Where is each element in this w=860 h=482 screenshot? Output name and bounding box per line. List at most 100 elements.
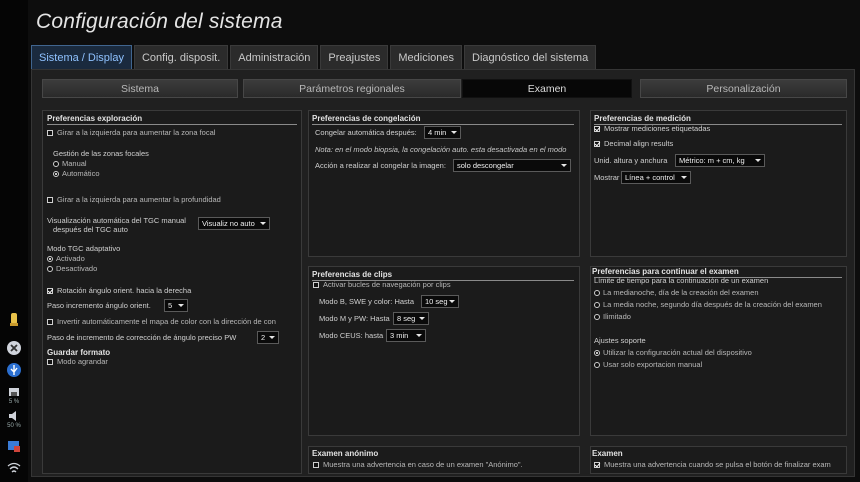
limite-opt1-label: La medianoche, día de la creación del ex… [603,288,759,297]
congelacion-title-divider [312,124,574,125]
speaker-icon[interactable]: 50 % [4,410,24,429]
paso-pw-dropdown[interactable]: 2 [257,331,279,344]
checkbox-box[interactable] [47,129,53,136]
radio-dot[interactable] [594,289,600,296]
radio-dot[interactable] [47,255,53,262]
tab-administracion[interactable]: Administración [230,45,319,69]
checkbox-box[interactable] [594,461,600,468]
printer-volume-icon[interactable]: 5 % [4,386,24,405]
radio-dot[interactable] [594,361,600,368]
girar-zona-focal-checkbox[interactable]: Girar a la izquierda para aumentar la zo… [47,128,215,137]
panel-clips: Preferencias de clips Activar bucles de … [308,266,580,436]
chevron-down-icon [419,317,425,320]
congelar-auto-dropdown[interactable]: 4 min [424,126,461,139]
modo-b-dropdown[interactable]: 10 seg [421,295,459,308]
radio-dot[interactable] [594,301,600,308]
tab-sistema-display[interactable]: Sistema / Display [31,45,132,69]
limite-opt2-radio[interactable]: La media noche, segundo día después de l… [594,300,822,309]
modo-m-dropdown[interactable]: 8 seg [393,312,429,325]
radio-dot[interactable] [47,265,53,272]
accion-congelar-dropdown[interactable]: solo descongelar [453,159,571,172]
modo-tgc-activado-label: Activado [56,254,85,263]
tab-diagnostico[interactable]: Diagnóstico del sistema [464,45,597,69]
ajustes-opt1-label: Utilizar la configuración actual del dis… [603,348,752,357]
subtab-examen[interactable]: Examen [462,79,632,98]
tab-preajustes[interactable]: Preajustes [320,45,389,69]
ceus-label: Modo CEUS: hasta [319,331,384,340]
chevron-down-icon [561,164,567,167]
tab-mediciones[interactable]: Mediciones [390,45,463,69]
gestion-manual-radio[interactable]: Manual [53,159,87,168]
limite-label: Límite de tiempo para la continuación de… [594,276,769,285]
radio-dot[interactable] [53,170,59,177]
gestion-auto-label: Automático [62,169,100,178]
rotacion-checkbox[interactable]: Rotación ángulo orient. hacia la derecha [47,286,191,295]
vis-tgc-dropdown[interactable]: Visualiz no auto [198,217,270,230]
usb-icon[interactable] [4,362,24,378]
checkbox-box[interactable] [594,125,600,132]
exploracion-title: Preferencias exploración [47,114,143,123]
modo-tgc-label: Modo TGC adaptativo [47,244,121,253]
medicion-title: Preferencias de medición [594,114,691,123]
chevron-down-icon [451,131,457,134]
checkbox-box[interactable] [313,461,319,468]
ajustes-opt1-radio[interactable]: Utilizar la configuración actual del dis… [594,348,752,357]
modo-tgc-activado-radio[interactable]: Activado [47,254,85,263]
paso-incremento-dropdown[interactable]: 5 [164,299,188,312]
checkbox-box[interactable] [594,140,600,147]
gestion-auto-radio[interactable]: Automático [53,169,100,178]
ceus-value: 3 min [390,331,409,340]
examen-checkbox[interactable]: Muestra una advertencia cuando se pulsa … [594,460,831,469]
vis-tgc-label-1: Visualización automática del TGC manual [47,216,186,225]
modo-tgc-desactivado-radio[interactable]: Desactivado [47,264,97,273]
radio-dot[interactable] [53,160,59,167]
brightness-percent: 50 % [7,423,21,429]
invertir-mapa-checkbox[interactable]: Invertir automáticamente el mapa de colo… [47,317,276,326]
modo-agrandar-label: Modo agrandar [57,357,108,366]
checkbox-box[interactable] [313,281,319,288]
chevron-down-icon [755,159,761,162]
radio-dot[interactable] [594,313,600,320]
modo-b-label: Modo B, SWE y color: Hasta [319,297,415,306]
activar-clips-checkbox[interactable]: Activar bucles de navegación por clips [313,280,451,289]
mostrar-etiquetadas-checkbox[interactable]: Mostrar mediciones etiquetadas [594,124,710,133]
limite-opt1-radio[interactable]: La medianoche, día de la creación del ex… [594,288,759,297]
tab-config-disposit[interactable]: Config. disposit. [133,45,229,69]
unid-label: Unid. altura y anchura [594,156,668,165]
chevron-down-icon [178,304,184,307]
checkbox-box[interactable] [47,196,53,203]
user-network-icon[interactable] [4,438,24,454]
anonimo-checkbox[interactable]: Muestra una advertencia en caso de un ex… [313,460,523,469]
probe-icon[interactable] [4,312,24,328]
mostrar-dropdown[interactable]: Línea + control [621,171,691,184]
ceus-dropdown[interactable]: 3 min [386,329,426,342]
subtab-parametros-regionales[interactable]: Parámetros regionales [243,79,461,98]
volume-percent: 5 % [8,399,20,405]
main-tabs: Sistema / Display Config. disposit. Admi… [31,45,597,69]
vis-tgc-label-2: después del TGC auto [53,225,128,234]
unid-value: Métrico: m + cm, kg [679,156,745,165]
subtab-personalizacion[interactable]: Personalización [640,79,847,98]
checkbox-box[interactable] [47,358,53,365]
checkbox-box[interactable] [47,287,53,294]
close-circle-icon[interactable] [4,340,24,356]
girar-profundidad-checkbox[interactable]: Girar a la izquierda para aumentar la pr… [47,195,221,204]
panel-medicion: Preferencias de medición Mostrar medicio… [590,110,847,257]
subtab-sistema[interactable]: Sistema [42,79,238,98]
system-sidebar: 5 % 50 % [0,0,28,482]
accion-congelar-value: solo descongelar [457,161,514,170]
panel-anonimo: Examen anónimo Muestra una advertencia e… [308,446,580,474]
decimal-align-checkbox[interactable]: Decimal align results [594,139,673,148]
modo-agrandar-checkbox[interactable]: Modo agrandar [47,357,108,366]
ajustes-opt2-radio[interactable]: Usar solo exportacion manual [594,360,702,369]
activar-clips-label: Activar bucles de navegación por clips [323,280,451,289]
accion-congelar-label: Acción a realizar al congelar la imagen: [315,161,446,170]
checkbox-box[interactable] [47,318,53,325]
limite-opt3-radio[interactable]: Ilimitado [594,312,631,321]
gestion-manual-label: Manual [62,159,87,168]
radio-dot[interactable] [594,349,600,356]
wifi-icon[interactable] [4,461,24,475]
modo-b-value: 10 seg [425,297,448,306]
page-title: Configuración del sistema [36,10,283,33]
unid-dropdown[interactable]: Métrico: m + cm, kg [675,154,765,167]
